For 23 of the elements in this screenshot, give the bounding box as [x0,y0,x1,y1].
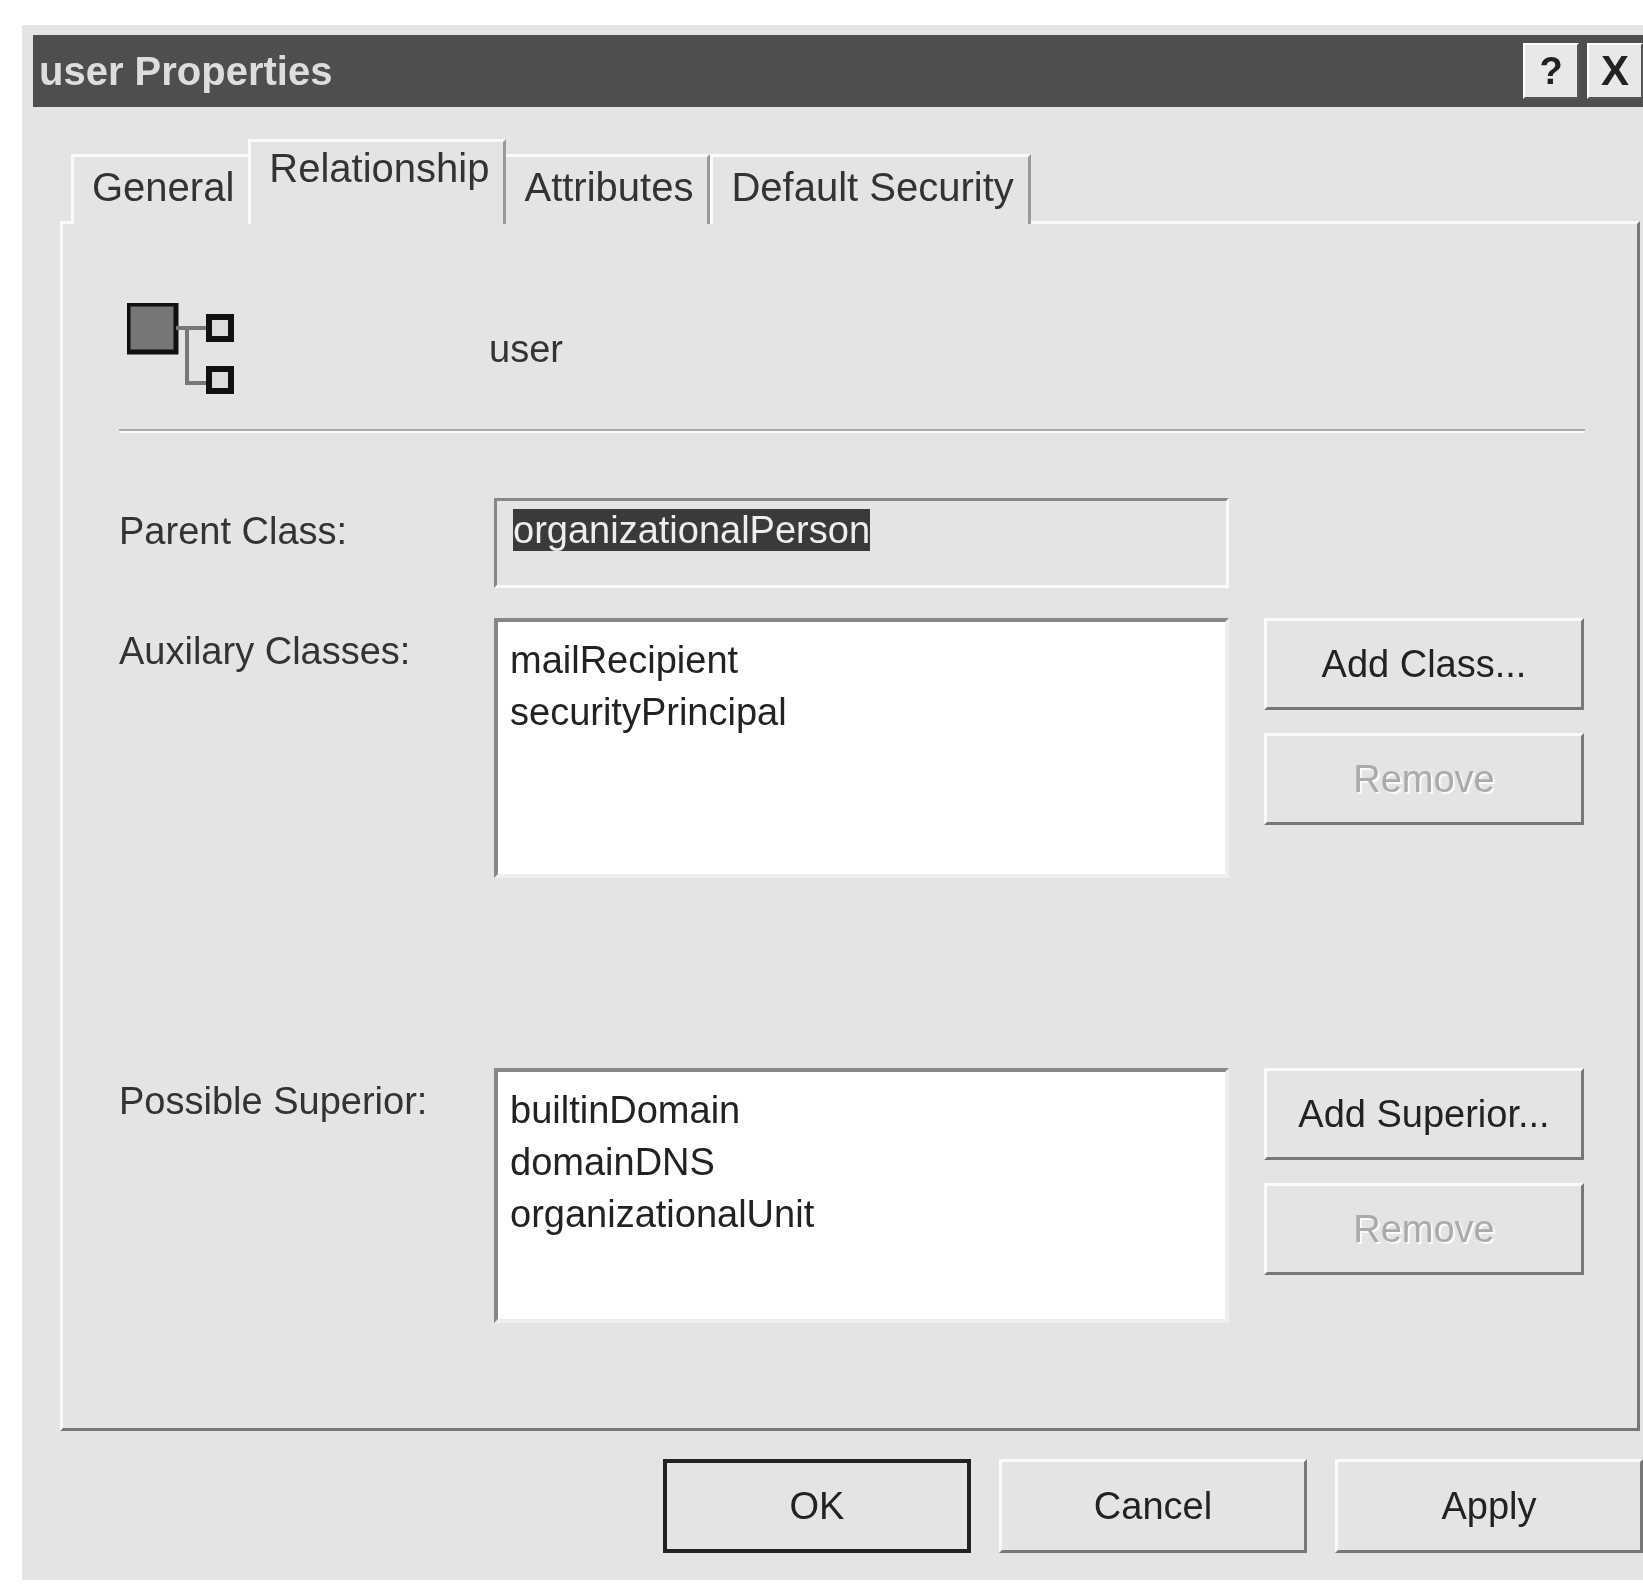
field-label: Possible Superior: [119,1079,429,1123]
list-item[interactable]: mailRecipient [510,634,739,686]
class-name: user [489,327,563,371]
auxiliary-classes-list[interactable]: mailRecipient securityPrincipal [494,618,1229,878]
apply-button[interactable]: Apply [1335,1459,1643,1553]
tab[interactable]: Attributes [503,154,711,224]
ok-button[interactable]: OK [663,1459,971,1553]
close-button[interactable]: X [1587,43,1643,99]
list-item[interactable]: securityPrincipal [510,686,787,738]
cancel-button[interactable]: Cancel [999,1459,1307,1553]
field-label: Auxilary Classes: [119,629,412,673]
parent-class-field[interactable]: organizationalPerson [494,498,1229,588]
add-button[interactable]: Add Class... [1264,618,1584,710]
list-item[interactable]: organizationalUnit [510,1188,815,1240]
list-item[interactable]: builtinDomain [510,1084,741,1136]
possible-superior-list[interactable]: builtinDomain domainDNS organizationalUnit [494,1068,1229,1323]
add-button[interactable]: Add Superior... [1264,1068,1584,1160]
list-item[interactable]: domainDNS [510,1136,715,1188]
tab[interactable]: Relationship [248,139,507,224]
window-title: user Properties [39,48,333,94]
field-label: Parent Class: [119,509,349,553]
tab[interactable]: Default Security [710,154,1031,224]
help-button[interactable]: ? [1523,43,1579,99]
